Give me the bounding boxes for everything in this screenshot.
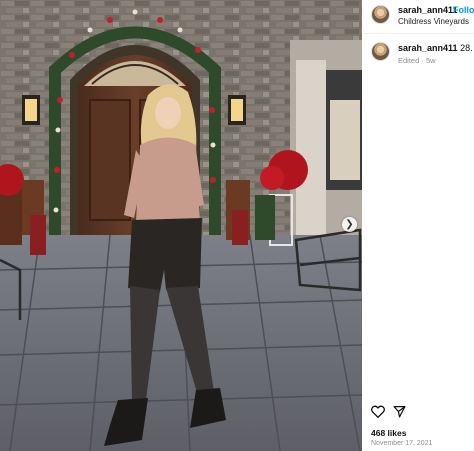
post-photo[interactable] [0,0,362,451]
time-ago: 5w [425,56,436,65]
caption-text: 28. [460,43,473,53]
next-photo-button[interactable]: ❯ [342,217,357,232]
heart-icon[interactable] [371,405,385,418]
post-sidebar [362,0,474,451]
likes-count[interactable]: 468 likes [371,428,406,438]
header-divider [362,33,474,34]
post-location[interactable]: Childress Vineyards [398,17,469,26]
caption-username[interactable]: sarah_ann411 [398,43,458,53]
photo-illustration [0,0,362,451]
send-icon[interactable] [393,405,406,418]
avatar[interactable] [371,5,390,24]
post-username[interactable]: sarah_ann411 [398,5,458,15]
post-date: November 17, 2021 [371,440,433,447]
follow-button[interactable]: Follow [453,5,474,15]
edited-label: Edited [398,56,420,65]
caption-meta: Edited · 5w [398,56,436,65]
chevron-right-icon: ❯ [345,219,354,230]
caption-avatar[interactable] [371,42,390,61]
caption: sarah_ann411 28. [398,43,473,53]
